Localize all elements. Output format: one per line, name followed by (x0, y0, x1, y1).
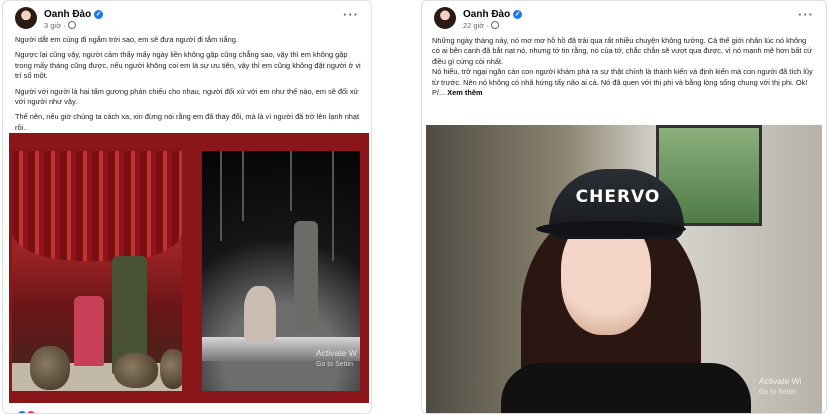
stage-photo-1[interactable] (12, 151, 182, 391)
shirt (501, 363, 751, 413)
barrel (30, 346, 70, 390)
cap-brim (536, 221, 686, 237)
post-time[interactable]: 3 giờ (44, 21, 61, 30)
watermark-line1: Activate W (316, 348, 357, 358)
stage-curtain (12, 151, 182, 261)
author-label[interactable]: Oanh Đào (463, 9, 510, 20)
author-name[interactable]: Oanh Đào ✓ (44, 9, 104, 20)
post-media-gallery[interactable] (9, 133, 369, 403)
post-paragraph: Ngược lại cũng vậy, người cảm thấy mấy n… (15, 50, 361, 81)
watermark-line1: Activate Wi (759, 376, 802, 386)
post-header: Oanh Đào ✓ 22 giờ · ··· (434, 7, 816, 33)
globe-icon (490, 21, 499, 29)
post-paragraph: Người với người là hai tấm gương phản ch… (15, 86, 359, 107)
selfie-photo[interactable]: CHERVO (426, 125, 822, 413)
post-paragraph: Người dắt em cùng đi ngắm trời sao, em s… (15, 35, 238, 44)
reaction-row[interactable] (18, 406, 36, 413)
post-meta: 22 giờ · (463, 21, 499, 30)
post-text: Người dắt em cùng đi ngắm trời sao, em s… (15, 35, 361, 138)
post-meta: 3 giờ · (44, 21, 76, 30)
more-options-icon[interactable]: ··· (343, 7, 359, 22)
hanging-rope (332, 151, 334, 261)
post-text: Những ngày tháng này, nó mơ mơ hồ hồ đã … (432, 36, 816, 98)
post-paragraph: P/... Xem thêm (432, 88, 816, 98)
globe-icon (67, 21, 76, 29)
actress-figure (74, 296, 104, 366)
verified-badge-icon: ✓ (94, 10, 104, 19)
more-options-icon[interactable]: ··· (798, 7, 814, 22)
post-paragraph: Thế nên, nếu giờ chúng ta cách xa, xin đ… (15, 112, 360, 132)
post-paragraph-tail: P/... (432, 88, 446, 98)
post-time[interactable]: 22 giờ (463, 21, 484, 30)
post-card-right: Oanh Đào ✓ 22 giờ · ··· Những ngày tháng … (421, 0, 827, 414)
avatar[interactable] (15, 7, 37, 29)
avatar[interactable] (434, 7, 456, 29)
activation-watermark: Activate W Go to Settin (316, 348, 357, 370)
cap-logo: CHERVO (575, 187, 661, 207)
hanging-rope (220, 151, 222, 241)
post-paragraph: Nó hiểu, trở ngại ngăn cản con người khá… (432, 67, 813, 87)
watermark-line2: Go to Settin (316, 361, 353, 368)
standing-actor-figure (294, 221, 318, 331)
author-label[interactable]: Oanh Đào (44, 9, 91, 20)
post-paragraph: Những ngày tháng này, nó mơ mơ hồ hồ đã … (432, 36, 813, 66)
post-header: Oanh Đào ✓ 3 giờ · ··· (15, 7, 361, 33)
seated-dancer-figure (244, 286, 276, 342)
hanging-rope (242, 151, 244, 221)
see-more-link[interactable]: Xem thêm (447, 88, 482, 97)
author-name[interactable]: Oanh Đào ✓ (463, 9, 523, 20)
verified-badge-icon: ✓ (513, 10, 523, 19)
activation-watermark: Activate Wi Go to Settin (759, 376, 802, 398)
barrel (114, 353, 158, 388)
hanging-rope (290, 151, 292, 211)
barrel (160, 349, 182, 389)
watermark-line2: Go to Settin (759, 389, 796, 396)
